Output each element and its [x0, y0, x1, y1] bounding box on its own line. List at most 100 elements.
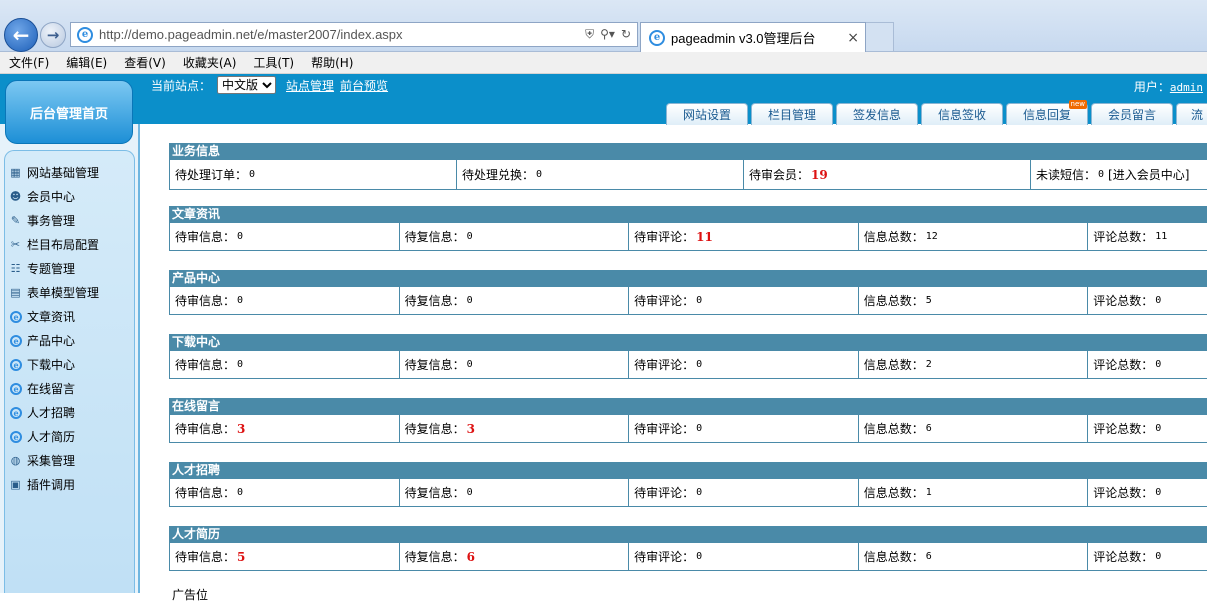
sidebar-item[interactable]: e 在线留言: [8, 380, 75, 397]
tab-title: pageadmin v3.0管理后台: [671, 31, 816, 46]
stat-value: 0: [237, 231, 244, 242]
tab-label: 会员留言: [1107, 108, 1156, 122]
stat-cell: 信息总数： 5: [859, 287, 1089, 314]
stat-value: 0: [237, 295, 244, 306]
sidebar-item-label: 插件调用: [27, 478, 76, 492]
stat-cell: 待审信息： 3: [170, 415, 400, 442]
refresh-icon[interactable]: ↻: [621, 27, 631, 42]
stat-label: 信息总数：: [863, 550, 924, 564]
site-select[interactable]: 中文版: [217, 76, 277, 94]
stat-value: 0: [696, 423, 703, 434]
stat-label: 待审信息：: [175, 550, 236, 564]
stat-cell: 评论总数： 0: [1088, 479, 1207, 506]
plugin-icon: ▣: [10, 478, 21, 491]
stat-label: 待审评论：: [634, 486, 695, 500]
sidebar-item[interactable]: e 文章资讯: [8, 308, 75, 325]
search-icon[interactable]: ⚲▾: [600, 27, 615, 42]
member-center-link[interactable]: [进入会员中心]: [1108, 166, 1189, 183]
stat-label: 信息总数：: [863, 486, 924, 500]
sidebar-item[interactable]: ✎ 事务管理: [8, 212, 75, 229]
sidebar-item[interactable]: e 产品中心: [8, 332, 75, 349]
browser-chrome: ← → e http://demo.pageadmin.net/e/master…: [0, 0, 1207, 52]
site-manage-icon: ▦: [10, 166, 21, 179]
stat-cell: 待审评论： 11: [629, 223, 859, 250]
sidebar-item-label: 下载中心: [27, 358, 76, 372]
tab-site-settings[interactable]: 网站设置: [666, 103, 748, 125]
close-icon[interactable]: ×: [847, 30, 859, 46]
menu-tools[interactable]: 工具(T): [253, 54, 294, 71]
stat-label: 信息总数：: [863, 358, 924, 372]
tab-flow[interactable]: 流: [1176, 103, 1207, 125]
stat-label: 待复信息：: [404, 550, 465, 564]
tab-info-reply[interactable]: 信息回复 new: [1006, 100, 1088, 125]
stat-label: 待审评论：: [634, 358, 695, 372]
stat-cell: 待审信息： 5: [170, 543, 400, 570]
section-title: 人才招聘: [169, 462, 1207, 479]
ie-icon: e: [10, 382, 22, 395]
sidebar-item[interactable]: ◍ 采集管理: [8, 452, 75, 469]
nav-tabs: 网站设置 栏目管理 签发信息 信息签收 信息回复 new 会员留言 流: [666, 100, 1207, 125]
stat-cell: 信息总数： 2: [859, 351, 1089, 378]
sidebar-item-label: 在线留言: [27, 382, 76, 396]
sidebar-item[interactable]: ✂ 栏目布局配置: [8, 236, 99, 253]
stat-value: 0: [466, 231, 473, 242]
pending-members: 待审会员： 19: [744, 160, 1031, 189]
browser-tab[interactable]: e pageadmin v3.0管理后台 ×: [640, 22, 866, 52]
menu-view[interactable]: 查看(V): [124, 54, 166, 71]
site-label: 当前站点：: [151, 78, 212, 93]
address-bar[interactable]: e http://demo.pageadmin.net/e/master2007…: [70, 22, 638, 47]
sidebar-item[interactable]: e 人才简历: [8, 428, 75, 445]
stat-cell: 信息总数： 12: [859, 223, 1089, 250]
site-manage-link[interactable]: 站点管理: [286, 77, 334, 94]
admin-home-button[interactable]: 后台管理首页: [5, 80, 133, 144]
unread-sms: 未读短信： 0 [进入会员中心]: [1036, 166, 1190, 183]
tools-icon: ✂: [10, 238, 21, 251]
menu-help[interactable]: 帮助(H): [311, 54, 353, 71]
tab-column-manage[interactable]: 栏目管理: [751, 103, 833, 125]
stat-value: 0: [466, 487, 473, 498]
tab-member-messages[interactable]: 会员留言: [1091, 103, 1173, 125]
sidebar-item[interactable]: ☻ 会员中心: [8, 188, 75, 205]
url-text[interactable]: http://demo.pageadmin.net/e/master2007/i…: [99, 27, 585, 42]
stat-cell: 信息总数： 6: [859, 415, 1089, 442]
sidebar-item[interactable]: ▦ 网站基础管理: [8, 164, 99, 181]
stat-cell: 待审评论： 0: [629, 287, 859, 314]
menu-edit[interactable]: 编辑(E): [66, 54, 107, 71]
preview-link[interactable]: 前台预览: [340, 77, 388, 94]
stat-label: 评论总数：: [1093, 550, 1154, 564]
stats-row: 待审信息： 3 待复信息： 3 待审评论： 0 信息总数： 6 评论总数： 0: [169, 415, 1207, 443]
tab-issue-info[interactable]: 签发信息: [836, 103, 918, 125]
stat-value: 5: [925, 295, 932, 306]
shield-icon[interactable]: ⛨: [585, 27, 594, 42]
stat-cell: 评论总数： 0: [1088, 543, 1207, 570]
sidebar-item[interactable]: e 人才招聘: [8, 404, 75, 421]
stat-value: 0: [696, 551, 703, 562]
sidebar-item[interactable]: ☷ 专题管理: [8, 260, 75, 277]
pending-orders: 待处理订单： 0: [170, 160, 457, 189]
tab-label: 信息签收: [937, 108, 986, 122]
sidebar-item[interactable]: e 下载中心: [8, 356, 75, 373]
menu-favorites[interactable]: 收藏夹(A): [183, 54, 237, 71]
user-name-link[interactable]: admin: [1170, 81, 1203, 94]
business-row: 待处理订单： 0 待处理兑换： 0 待审会员： 19 未读短信： 0 [进入会员中心]: [169, 160, 1207, 190]
sidebar-item[interactable]: ▤ 表单模型管理: [8, 284, 99, 301]
tab-label: 网站设置: [682, 108, 731, 122]
pending-exchange: 待处理兑换： 0: [457, 160, 744, 189]
sidebar-item-label: 专题管理: [27, 262, 76, 276]
stat-label: 评论总数：: [1093, 294, 1154, 308]
sidebar-item[interactable]: ▣ 插件调用: [8, 476, 75, 493]
menu-file[interactable]: 文件(F): [9, 54, 49, 71]
tab-info-receive[interactable]: 信息签收: [921, 103, 1003, 125]
stat-value: 0: [1155, 487, 1162, 498]
stat-label: 评论总数：: [1093, 358, 1154, 372]
stat-cell: 评论总数： 0: [1088, 415, 1207, 442]
back-arrow-icon[interactable]: ←: [4, 18, 38, 52]
new-tab-button[interactable]: [866, 22, 894, 52]
section-title: 文章资讯: [169, 206, 1207, 223]
business-section: 业务信息 待处理订单： 0 待处理兑换： 0 待审会员： 19 未读短信： 0 [进入会员…: [169, 143, 1207, 190]
stat-cell: 待审信息： 0: [170, 479, 400, 506]
module-section: 人才招聘 待审信息： 0 待复信息： 0 待审评论： 0 信息总数： 1 评论总数： 0: [169, 462, 1207, 507]
forward-arrow-icon[interactable]: →: [40, 22, 66, 48]
globe-icon: ◍: [10, 454, 21, 467]
module-section: 产品中心 待审信息： 0 待复信息： 0 待审评论： 0 信息总数： 5 评论总数： 0: [169, 270, 1207, 315]
